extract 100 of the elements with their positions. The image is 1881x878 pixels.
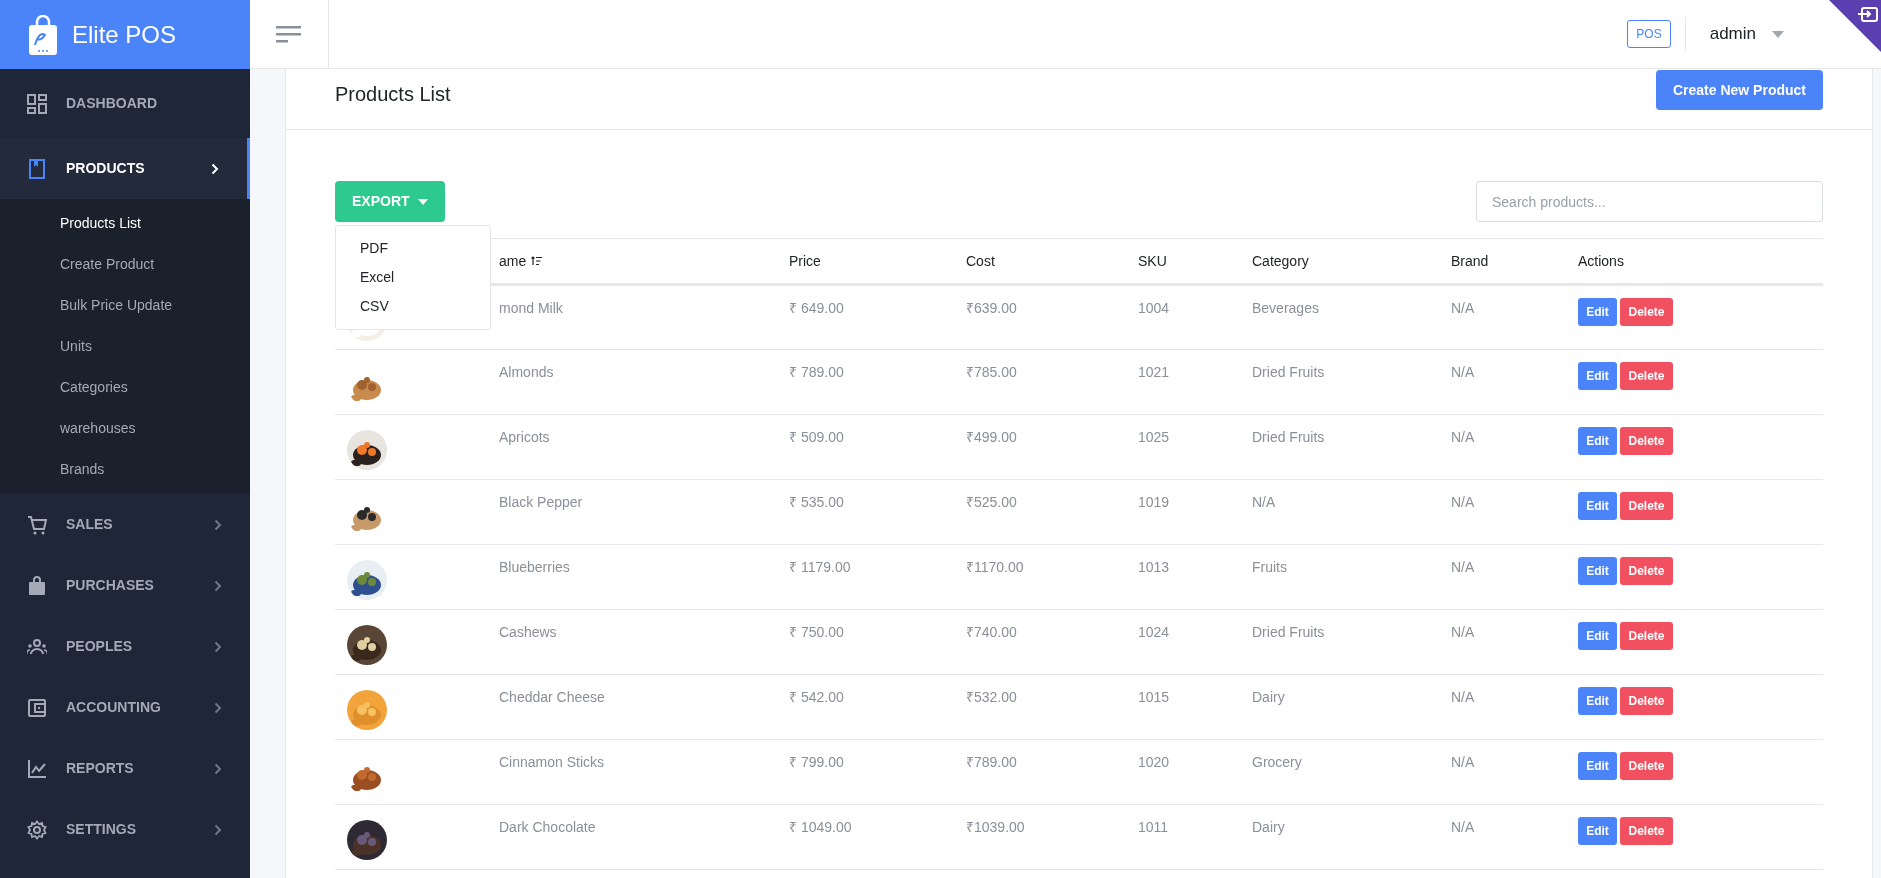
submenu-item[interactable]: Units bbox=[0, 326, 250, 367]
export-option[interactable]: Excel bbox=[336, 263, 490, 292]
table-cell: N/A bbox=[1451, 689, 1475, 705]
export-button[interactable]: EXPORT bbox=[335, 181, 445, 222]
table-cell: Apricots bbox=[499, 429, 550, 445]
table-cell: 1020 bbox=[1138, 754, 1170, 770]
edit-button[interactable]: Edit bbox=[1578, 427, 1617, 455]
table-cell: ₹785.00 bbox=[966, 364, 1017, 380]
table-cell: ₹525.00 bbox=[966, 494, 1017, 510]
table-cell: Dried Fruits bbox=[1252, 364, 1325, 380]
sidebar-item[interactable]: SALES bbox=[0, 494, 250, 555]
column-header: Category bbox=[1252, 251, 1309, 271]
sidebar-item[interactable]: PRODUCTS bbox=[0, 138, 250, 199]
table-cell: 1011 bbox=[1138, 819, 1169, 835]
shopping-bag-logo-icon bbox=[28, 14, 58, 55]
table-cell: ₹ 649.00 bbox=[789, 300, 844, 316]
table-cell: ₹532.00 bbox=[966, 689, 1017, 705]
page-title: Products List bbox=[335, 82, 451, 107]
table-cell: 1021 bbox=[1138, 364, 1170, 380]
table-cell: Beverages bbox=[1252, 300, 1319, 316]
table-cell: N/A bbox=[1451, 559, 1475, 575]
delete-button[interactable]: Delete bbox=[1620, 362, 1673, 390]
submenu-item[interactable]: Create Product bbox=[0, 244, 250, 285]
table-cell: ₹ 750.00 bbox=[789, 624, 844, 640]
table-cell: Cheddar Cheese bbox=[499, 689, 605, 705]
dashboard-grid-icon bbox=[27, 93, 47, 114]
bookmark-book-icon bbox=[27, 158, 47, 179]
table-cell: ₹ 799.00 bbox=[789, 754, 844, 770]
table-cell: Fruits bbox=[1252, 559, 1287, 575]
table-cell: Dairy bbox=[1252, 689, 1285, 705]
sidebar-item[interactable]: PURCHASES bbox=[0, 555, 250, 616]
sidebar-item[interactable]: SETTINGS bbox=[0, 799, 250, 860]
submenu-item[interactable]: Products List bbox=[0, 203, 250, 244]
column-header: ame bbox=[499, 251, 527, 271]
column-header: SKU bbox=[1138, 251, 1167, 271]
sidebar-item[interactable]: REPORTS bbox=[0, 738, 250, 799]
table-cell: N/A bbox=[1451, 429, 1475, 445]
table-cell: Almonds bbox=[499, 364, 554, 380]
sidebar-item[interactable]: PEOPLES bbox=[0, 616, 250, 677]
column-header: Brand bbox=[1451, 251, 1489, 271]
column-header: Cost bbox=[966, 251, 995, 271]
delete-button[interactable]: Delete bbox=[1620, 687, 1673, 715]
export-option[interactable]: CSV bbox=[336, 292, 490, 321]
edit-button[interactable]: Edit bbox=[1578, 492, 1617, 520]
table-cell: Grocery bbox=[1252, 754, 1302, 770]
table-cell: mond Milk bbox=[499, 300, 563, 316]
delete-button[interactable]: Delete bbox=[1620, 492, 1673, 520]
create-product-button[interactable]: Create New Product bbox=[1655, 70, 1823, 110]
shopping-bag-icon bbox=[27, 575, 47, 596]
table-cell: N/A bbox=[1451, 754, 1475, 770]
settings-icon bbox=[27, 819, 47, 840]
delete-button[interactable]: Delete bbox=[1620, 622, 1673, 650]
table-cell: 1025 bbox=[1138, 429, 1170, 445]
edit-button[interactable]: Edit bbox=[1578, 687, 1617, 715]
edit-button[interactable]: Edit bbox=[1578, 622, 1617, 650]
table-cell: ₹ 1049.00 bbox=[789, 819, 852, 835]
table-cell: ₹ 542.00 bbox=[789, 689, 844, 705]
menu-icon[interactable] bbox=[276, 25, 302, 43]
table-cell: ₹740.00 bbox=[966, 624, 1017, 640]
edit-button[interactable]: Edit bbox=[1578, 557, 1617, 585]
table-cell: 1013 bbox=[1138, 559, 1170, 575]
table-cell: ₹ 1179.00 bbox=[789, 559, 851, 575]
sidebar-item[interactable]: DASHBOARD bbox=[0, 69, 250, 138]
table-cell: Dried Fruits bbox=[1252, 624, 1325, 640]
submenu-item[interactable]: Brands bbox=[0, 449, 250, 490]
column-header: Price bbox=[789, 251, 821, 271]
table-cell: Dark Chocolate bbox=[499, 819, 596, 835]
table-cell: ₹ 535.00 bbox=[789, 494, 844, 510]
table-cell: N/A bbox=[1451, 494, 1475, 510]
edit-button[interactable]: Edit bbox=[1578, 817, 1617, 845]
edit-button[interactable]: Edit bbox=[1578, 298, 1617, 326]
table-cell: 1015 bbox=[1138, 689, 1170, 705]
delete-button[interactable]: Delete bbox=[1620, 557, 1673, 585]
user-menu[interactable]: admin bbox=[1709, 21, 1784, 47]
submenu-item[interactable]: Categories bbox=[0, 367, 250, 408]
sort-icon[interactable] bbox=[531, 256, 544, 266]
submenu-item[interactable]: Bulk Price Update bbox=[0, 285, 250, 326]
edit-button[interactable]: Edit bbox=[1578, 752, 1617, 780]
table-cell: N/A bbox=[1451, 300, 1475, 316]
table-cell: 1024 bbox=[1138, 624, 1170, 640]
table-cell: ₹1170.00 bbox=[966, 559, 1024, 575]
caret-icon bbox=[1772, 30, 1784, 38]
delete-button[interactable]: Delete bbox=[1620, 298, 1673, 326]
table-cell: Blueberries bbox=[499, 559, 570, 575]
export-option[interactable]: PDF bbox=[336, 234, 490, 263]
table-cell: Black Pepper bbox=[499, 494, 583, 510]
delete-button[interactable]: Delete bbox=[1620, 752, 1673, 780]
people-group-icon bbox=[27, 636, 47, 657]
table-cell: N/A bbox=[1252, 494, 1276, 510]
submenu-item[interactable]: warehouses bbox=[0, 408, 250, 449]
pos-badge[interactable]: POS bbox=[1627, 20, 1671, 48]
edit-button[interactable]: Edit bbox=[1578, 362, 1617, 390]
sidebar-item[interactable]: ACCOUNTING bbox=[0, 677, 250, 738]
table-cell: 1019 bbox=[1138, 494, 1170, 510]
corner-ribbon[interactable] bbox=[1829, 0, 1881, 52]
table-cell: N/A bbox=[1451, 819, 1475, 835]
delete-button[interactable]: Delete bbox=[1620, 817, 1673, 845]
delete-button[interactable]: Delete bbox=[1620, 427, 1673, 455]
cart-icon bbox=[27, 514, 47, 535]
search-field[interactable]: Search products... bbox=[1476, 181, 1823, 222]
